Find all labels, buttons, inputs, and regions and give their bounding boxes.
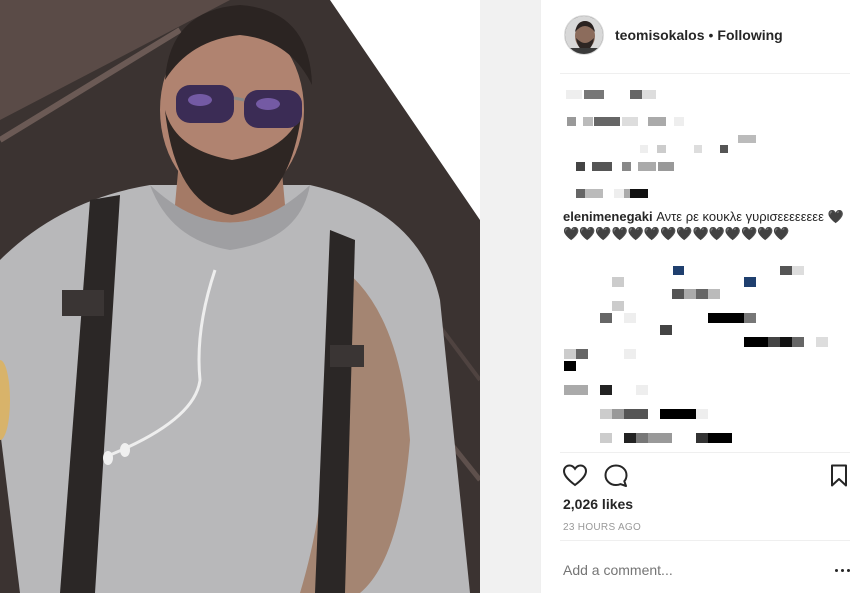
- bookmark-icon[interactable]: [826, 462, 854, 490]
- heart-icon[interactable]: [561, 462, 589, 490]
- blurred-text: [585, 189, 603, 198]
- blurred-text: [566, 90, 582, 99]
- avatar-image: [565, 16, 603, 54]
- comment-icon[interactable]: [602, 462, 630, 490]
- blurred-text: [744, 337, 768, 347]
- post-header: teomisokalos • Following: [564, 14, 854, 56]
- comment-username[interactable]: elenimenegaki: [563, 209, 653, 224]
- blurred-text: [696, 289, 708, 299]
- blurred-text: [708, 289, 720, 299]
- blurred-text: [600, 433, 612, 443]
- post-image: [0, 0, 480, 593]
- blurred-text: [594, 117, 620, 126]
- blurred-text: [708, 313, 744, 323]
- blurred-text: [600, 409, 612, 419]
- comment-item: elenimenegaki Αντε ρε κουκλε γυρισεεεεεε…: [563, 208, 848, 242]
- blurred-text: [660, 409, 696, 419]
- blurred-text: [696, 409, 708, 419]
- comment-input[interactable]: [563, 560, 833, 580]
- blurred-text: [576, 162, 585, 171]
- ellipsis-icon[interactable]: [832, 560, 852, 580]
- blurred-text: [576, 349, 588, 359]
- blurred-text: [564, 385, 588, 395]
- blurred-text: [708, 433, 732, 443]
- blurred-text: [624, 313, 636, 323]
- blurred-text: [642, 90, 656, 99]
- separator-dot: •: [708, 27, 714, 43]
- blurred-text: [640, 145, 648, 153]
- blurred-text: [657, 145, 666, 153]
- comment-divider: [560, 540, 850, 541]
- blurred-text: [614, 189, 624, 198]
- blurred-text: [564, 349, 576, 359]
- blurred-text: [612, 277, 624, 287]
- blurred-text: [694, 145, 702, 153]
- blurred-text: [792, 266, 804, 275]
- blurred-text: [673, 266, 684, 275]
- blurred-text: [612, 409, 624, 419]
- gutter: [480, 0, 540, 593]
- blurred-text: [768, 337, 780, 347]
- blurred-text: [660, 325, 672, 335]
- blurred-text: [630, 90, 642, 99]
- blurred-text: [684, 289, 696, 299]
- blurred-text: [696, 433, 708, 443]
- actions-divider: [560, 452, 850, 453]
- blurred-text: [744, 277, 756, 287]
- author-avatar[interactable]: [564, 15, 604, 55]
- blurred-text: [638, 162, 656, 171]
- blurred-text: [624, 349, 636, 359]
- blurred-text: [636, 433, 648, 443]
- blurred-text: [674, 117, 684, 126]
- blurred-text: [630, 189, 648, 198]
- blurred-text: [672, 289, 684, 299]
- blurred-text: [612, 301, 624, 311]
- blurred-text: [600, 313, 612, 323]
- post-photo[interactable]: [0, 0, 480, 593]
- blurred-text: [600, 385, 612, 395]
- blurred-text: [720, 145, 728, 153]
- blurred-text: [576, 189, 585, 198]
- author-username[interactable]: teomisokalos: [615, 27, 704, 43]
- blurred-text: [744, 313, 756, 323]
- blurred-text: [584, 90, 604, 99]
- header-divider: [560, 73, 850, 74]
- blurred-text: [738, 135, 756, 143]
- following-button[interactable]: Following: [717, 27, 782, 43]
- blurred-text: [583, 117, 593, 126]
- blurred-text: [648, 117, 666, 126]
- blurred-text: [648, 433, 672, 443]
- blurred-text: [592, 162, 612, 171]
- blurred-text: [780, 337, 792, 347]
- blurred-text: [624, 409, 648, 419]
- blurred-text: [636, 385, 648, 395]
- blurred-text: [816, 337, 828, 347]
- blurred-text: [567, 117, 576, 126]
- likes-count[interactable]: 2,026 likes: [563, 496, 633, 512]
- blurred-text: [792, 337, 804, 347]
- blurred-text: [658, 162, 674, 171]
- blurred-text: [622, 117, 638, 126]
- blurred-text: [564, 361, 576, 371]
- post-timestamp[interactable]: 23 HOURS AGO: [563, 522, 641, 533]
- blurred-text: [624, 433, 636, 443]
- blurred-text: [780, 266, 792, 275]
- blurred-text: [622, 162, 631, 171]
